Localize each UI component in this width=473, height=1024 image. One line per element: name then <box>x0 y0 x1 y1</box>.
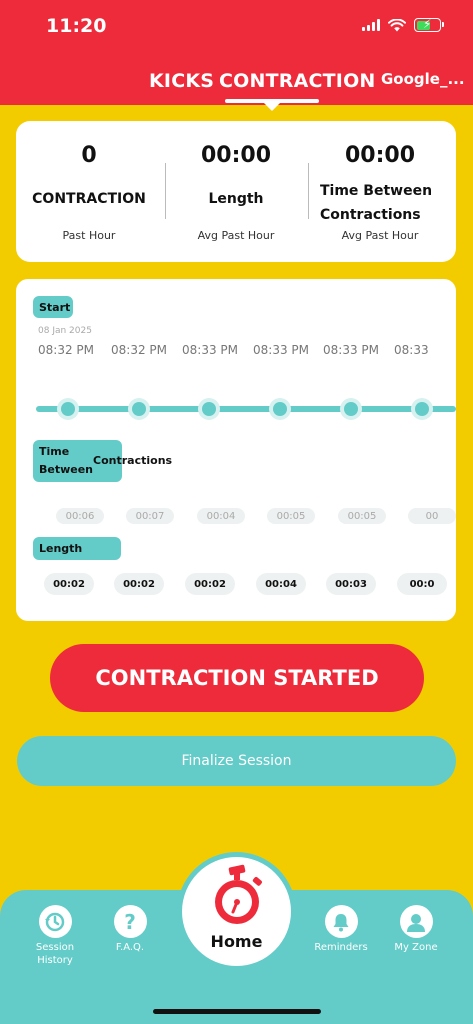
contraction-started-button[interactable]: CONTRACTION STARTED <box>50 644 424 712</box>
stat-label: Time Between Contractions <box>320 179 466 227</box>
timeline-time: 08:32 PM <box>38 343 94 357</box>
length-value: 00:02 <box>114 573 164 595</box>
stat-value: 00:00 <box>200 143 272 168</box>
history-icon <box>38 905 72 938</box>
status-icons: ⚡ <box>362 17 444 32</box>
time-between-label-line1: Time Between <box>39 445 94 476</box>
time-between-value: 00:07 <box>126 508 174 524</box>
home-indicator[interactable] <box>153 1009 321 1014</box>
time-between-value: 00:05 <box>338 508 386 524</box>
stat-label-line2: Contractions <box>320 207 421 223</box>
time-between-label-line2: Contractions <box>93 454 173 468</box>
length-value: 00:02 <box>44 573 94 595</box>
profile-name[interactable]: Google_... <box>381 70 465 88</box>
timeline-dot[interactable] <box>411 398 433 420</box>
stat-label-line1: Time Between <box>320 183 433 199</box>
nav-reminders[interactable]: Reminders <box>306 905 376 955</box>
stat-sub: Avg Past Hour <box>341 229 419 242</box>
time-between-value: 00 <box>408 508 456 524</box>
length-value: 00:02 <box>185 573 235 595</box>
stat-label: CONTRACTION <box>32 191 146 207</box>
stats-card: 0 CONTRACTION Past Hour 00:00 Length Avg… <box>16 121 456 262</box>
timeline-date: 08 Jan 2025 <box>38 326 92 336</box>
app-header: 11:20 ⚡ KICKS CONTRACTION Google_... <box>0 0 473 111</box>
signal-icon <box>362 19 380 31</box>
stat-contraction-count: 0 CONTRACTION Past Hour <box>16 121 162 262</box>
status-bar: 11:20 ⚡ <box>0 0 473 54</box>
timeline-time: 08:33 PM <box>182 343 238 357</box>
timeline-dot[interactable] <box>340 398 362 420</box>
timeline-dot[interactable] <box>128 398 150 420</box>
timeline-track <box>36 406 456 412</box>
time-between-value: 00:06 <box>56 508 104 524</box>
time-between-chip: Time Between Contractions <box>33 440 172 482</box>
time-between-value: 00:04 <box>197 508 245 524</box>
length-value: 00:03 <box>326 573 376 595</box>
finalize-session-button[interactable]: Finalize Session <box>17 736 456 786</box>
timeline-dot[interactable] <box>269 398 291 420</box>
start-chip: Start <box>33 296 73 318</box>
wifi-icon <box>388 18 406 31</box>
stopwatch-icon <box>215 864 262 924</box>
nav-label: F.A.Q. <box>115 942 145 953</box>
nav-label: My Zone <box>394 942 438 953</box>
timeline-time: 08:32 PM <box>111 343 167 357</box>
stat-time-between: 00:00 Time Between Contractions Avg Past… <box>307 121 453 262</box>
tab-kicks[interactable]: KICKS <box>149 70 214 92</box>
length-chip: Length <box>33 537 121 560</box>
stat-label: Length <box>208 191 264 207</box>
nav-home[interactable]: Home <box>182 857 291 966</box>
stat-sub: Past Hour <box>62 229 116 242</box>
time-between-value: 00:05 <box>267 508 315 524</box>
question-icon: ? <box>113 905 147 938</box>
stat-value: 00:00 <box>344 143 416 168</box>
stat-sub: Avg Past Hour <box>197 229 275 242</box>
stat-value: 0 <box>81 143 97 168</box>
bell-icon <box>324 905 358 938</box>
nav-session-history[interactable]: Session History <box>20 905 90 967</box>
timeline-dot[interactable] <box>198 398 220 420</box>
nav-label: Session <box>35 942 75 953</box>
timeline-time: 08:33 PM <box>323 343 379 357</box>
nav-label: History <box>37 954 73 966</box>
battery-charging-icon: ⚡ <box>414 17 444 32</box>
nav-label: Reminders <box>314 942 368 953</box>
status-time: 11:20 <box>46 15 107 37</box>
nav-my-zone[interactable]: My Zone <box>381 905 451 955</box>
stat-length: 00:00 Length Avg Past Hour <box>163 121 309 262</box>
timeline-time: 08:33 <box>394 343 429 357</box>
timeline-time: 08:33 PM <box>253 343 309 357</box>
tab-contraction[interactable]: CONTRACTION <box>219 70 376 92</box>
active-tab-caret <box>264 103 280 111</box>
nav-faq[interactable]: ? F.A.Q. <box>95 905 165 955</box>
length-value: 00:0 <box>397 573 447 595</box>
timeline-dot[interactable] <box>57 398 79 420</box>
user-icon <box>399 905 433 938</box>
length-value: 00:04 <box>256 573 306 595</box>
nav-label: Home <box>210 932 263 951</box>
timeline-card[interactable]: Start 08 Jan 2025 08:32 PM 08:32 PM 08:3… <box>16 279 456 621</box>
